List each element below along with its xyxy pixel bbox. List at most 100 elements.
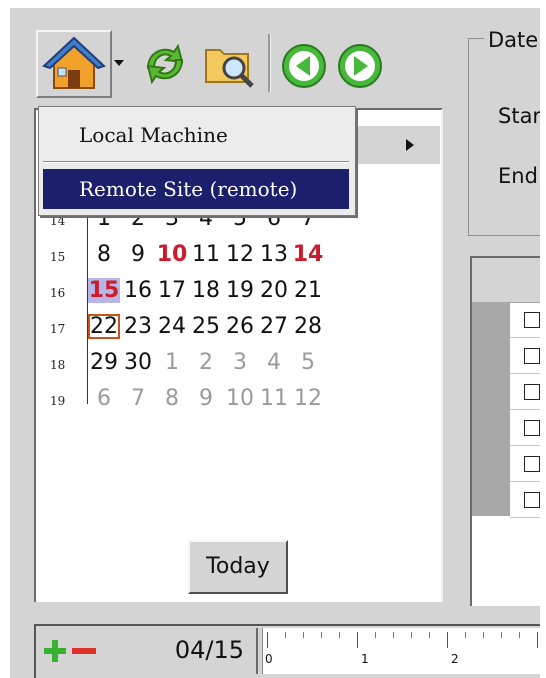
ruler-tick <box>393 632 394 638</box>
search-folder-button[interactable] <box>202 38 258 94</box>
calendar-day-selected[interactable]: 22 <box>88 314 120 339</box>
ruler-tick <box>375 632 376 638</box>
calendar-day[interactable]: 24 <box>156 314 188 339</box>
ruler-tick <box>465 632 466 638</box>
ruler-tick <box>285 632 286 638</box>
row-checkbox[interactable] <box>524 384 540 400</box>
app-window: 14 15 16 17 18 19 1 2 3 4 5 6 7 8 9 10 1… <box>10 8 540 678</box>
calendar-day[interactable]: 13 <box>258 242 290 267</box>
calendar-day[interactable]: 30 <box>122 350 154 375</box>
calendar-day[interactable]: 20 <box>258 278 290 303</box>
zoom-in-icon[interactable] <box>42 638 68 664</box>
end-date-label: End <box>498 164 538 188</box>
location-menu: Local Machine Remote Site (remote) <box>38 106 356 216</box>
calendar-day-other-month[interactable]: 10 <box>224 386 256 411</box>
calendar-day[interactable]: 14 <box>292 242 324 267</box>
ruler-label: 0 <box>265 652 273 666</box>
list-row <box>510 410 540 446</box>
today-button[interactable]: Today <box>188 540 288 594</box>
calendar-day-other-month[interactable]: 4 <box>258 350 290 375</box>
refresh-icon <box>146 43 184 85</box>
calendar-day[interactable]: 8 <box>88 242 120 267</box>
list-row <box>510 374 540 410</box>
row-checkbox[interactable] <box>524 312 540 328</box>
calendar-day[interactable]: 23 <box>122 314 154 339</box>
ruler-tick <box>267 632 268 648</box>
calendar-day-other-month[interactable]: 9 <box>190 386 222 411</box>
calendar-day[interactable]: 16 <box>122 278 154 303</box>
calendar-day[interactable]: 9 <box>122 242 154 267</box>
calendar-day[interactable]: 21 <box>292 278 324 303</box>
calendar-day[interactable]: 19 <box>224 278 256 303</box>
home-icon <box>42 36 106 89</box>
dropdown-arrow-icon <box>114 60 124 66</box>
list-row <box>510 338 540 374</box>
start-date-label: Star <box>498 104 540 128</box>
location-dropdown-button[interactable] <box>108 30 130 94</box>
row-checkbox[interactable] <box>524 348 540 364</box>
calendar-day[interactable]: 27 <box>258 314 290 339</box>
calendar-day-today[interactable]: 15 <box>88 278 120 303</box>
menu-item-local-machine[interactable]: Local Machine <box>43 115 349 155</box>
forward-icon <box>338 44 382 88</box>
ruler-tick <box>321 632 322 638</box>
back-button[interactable] <box>280 42 328 94</box>
date-range-group <box>468 38 540 236</box>
list-row <box>510 482 540 518</box>
ruler-tick <box>447 632 448 648</box>
week-number: 15 <box>50 250 66 264</box>
week-number: 14 <box>50 214 66 228</box>
calendar-day[interactable]: 17 <box>156 278 188 303</box>
week-number: 17 <box>50 322 66 336</box>
refresh-button[interactable] <box>140 38 190 92</box>
calendar-day[interactable]: 28 <box>292 314 324 339</box>
calendar-day-other-month[interactable]: 8 <box>156 386 188 411</box>
next-month-arrow-icon[interactable] <box>406 139 414 151</box>
ruler-tick <box>303 632 304 638</box>
calendar-day[interactable]: 25 <box>190 314 222 339</box>
row-checkbox[interactable] <box>524 456 540 472</box>
calendar-day-other-month[interactable]: 6 <box>88 386 120 411</box>
ruler-tick <box>411 632 412 638</box>
calendar-day[interactable]: 11 <box>190 242 222 267</box>
ruler-tick <box>537 632 538 648</box>
zoom-out-icon[interactable] <box>70 638 98 664</box>
timeline-controls: 04/15 <box>38 628 258 674</box>
calendar-day-other-month[interactable]: 11 <box>258 386 290 411</box>
calendar-day-other-month[interactable]: 5 <box>292 350 324 375</box>
forward-button[interactable] <box>336 42 384 94</box>
list-row <box>510 446 540 482</box>
ruler-tick <box>339 632 340 638</box>
calendar-day[interactable]: 18 <box>190 278 222 303</box>
calendar-day[interactable]: 10 <box>156 242 188 267</box>
list-header <box>472 258 540 303</box>
calendar-day-other-month[interactable]: 1 <box>156 350 188 375</box>
calendar-day-other-month[interactable]: 7 <box>122 386 154 411</box>
row-checkbox[interactable] <box>524 492 540 508</box>
ruler-tick <box>357 632 358 648</box>
week-number: 19 <box>50 394 66 408</box>
back-icon <box>282 44 326 88</box>
menu-item-remote-site[interactable]: Remote Site (remote) <box>43 169 349 209</box>
list-row <box>510 302 540 338</box>
timeline-bar: 04/15 0 1 2 3 <box>34 624 540 678</box>
ruler-label: 1 <box>361 652 369 666</box>
calendar-day-other-month[interactable]: 2 <box>190 350 222 375</box>
menu-separator <box>43 161 349 163</box>
home-button[interactable] <box>36 30 112 98</box>
week-number: 18 <box>50 358 66 372</box>
list-row-header-column <box>472 302 510 516</box>
ruler-label: 2 <box>451 652 459 666</box>
checkbox-list <box>470 256 540 606</box>
date-group-label: Date <box>484 28 540 52</box>
ruler-tick <box>519 632 520 638</box>
toolbar-separator <box>268 34 271 92</box>
calendar-day[interactable]: 12 <box>224 242 256 267</box>
time-ruler[interactable]: 0 1 2 3 <box>262 628 540 674</box>
calendar-day[interactable]: 26 <box>224 314 256 339</box>
row-checkbox[interactable] <box>524 420 540 436</box>
calendar-day-other-month[interactable]: 12 <box>292 386 324 411</box>
timeline-date: 04/15 <box>174 636 244 664</box>
calendar-day[interactable]: 29 <box>88 350 120 375</box>
calendar-day-other-month[interactable]: 3 <box>224 350 256 375</box>
